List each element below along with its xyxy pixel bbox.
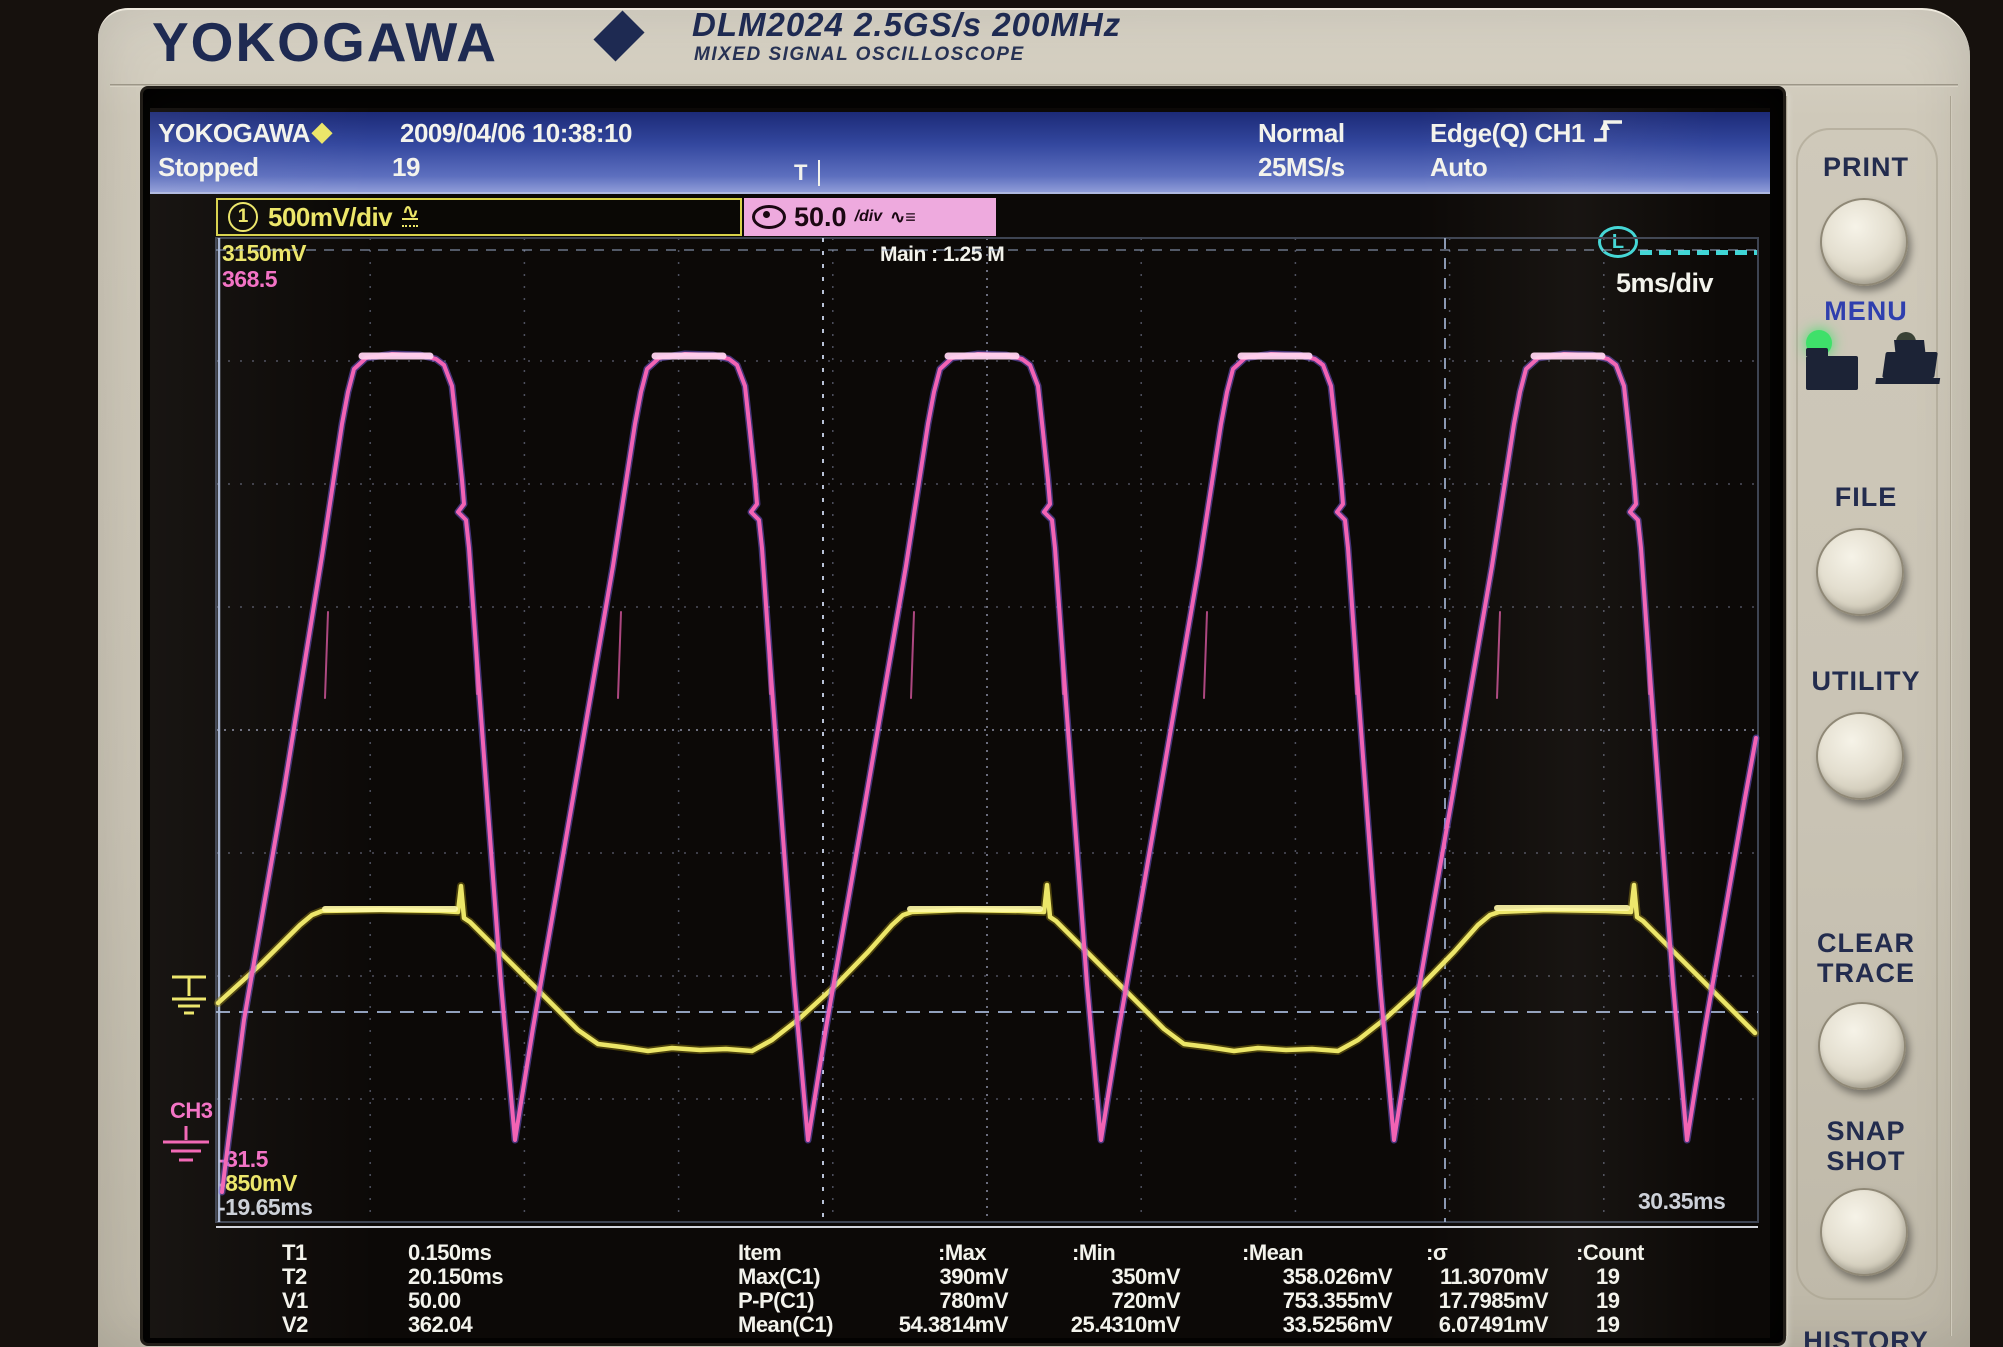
math-trace-glitch <box>1204 612 1207 698</box>
oscilloscope-photo: YOKOGAWA DLM2024 2.5GS/s 200MHz MIXED SI… <box>0 0 2003 1347</box>
math-trace-fringe <box>222 354 1756 1192</box>
clear-label: CLEAR <box>1766 928 1966 959</box>
file-label: FILE <box>1766 482 1966 513</box>
print-label: PRINT <box>1766 152 1966 183</box>
snap-shot-button[interactable] <box>1820 1188 1908 1276</box>
history-label: HISTORY <box>1766 1326 1966 1347</box>
clear-trace-button[interactable] <box>1818 1002 1906 1090</box>
utility-button[interactable] <box>1816 712 1904 800</box>
grid-border <box>216 238 1758 1222</box>
math-trace <box>222 354 1756 1192</box>
waveform-display <box>0 0 2003 1347</box>
snap-label: SNAP <box>1766 1116 1966 1147</box>
math-trace-glitch <box>618 612 621 698</box>
menu-label: MENU <box>1766 296 1966 327</box>
math-trace-glitch <box>325 612 328 698</box>
math-trace-glitch <box>911 612 914 698</box>
printer-icon <box>1882 352 1938 378</box>
print-button[interactable] <box>1820 198 1908 286</box>
math-trace-glitch <box>1497 612 1500 698</box>
trace-label: TRACE <box>1766 958 1966 989</box>
folder-icon <box>1806 356 1858 390</box>
file-button[interactable] <box>1816 528 1904 616</box>
utility-label: UTILITY <box>1766 666 1966 697</box>
shot-label: SHOT <box>1766 1146 1966 1177</box>
